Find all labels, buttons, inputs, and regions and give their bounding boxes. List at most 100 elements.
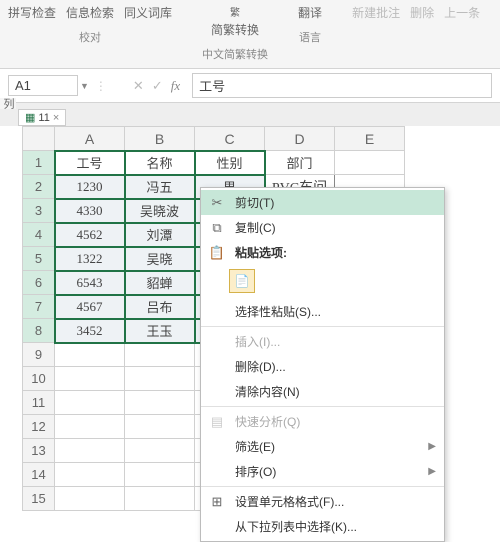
select-all-corner[interactable] — [23, 127, 55, 151]
cell[interactable] — [55, 367, 125, 391]
paste-option-button[interactable]: 📄 — [229, 269, 255, 293]
col-header-e[interactable]: E — [335, 127, 405, 151]
excel-icon: ▦ — [25, 111, 35, 124]
quick-analysis-icon: ▤ — [207, 414, 227, 430]
cell[interactable] — [55, 343, 125, 367]
cell[interactable]: 3452 — [55, 319, 125, 343]
workbook-tab-label: 11 — [38, 112, 49, 124]
menu-cut[interactable]: ✂剪切(T) — [201, 190, 444, 215]
cell[interactable]: 1230 — [55, 175, 125, 199]
row-header[interactable]: 4 — [23, 223, 55, 247]
cell[interactable] — [55, 415, 125, 439]
cell[interactable] — [125, 415, 195, 439]
format-icon: ⊞ — [207, 494, 227, 510]
cell[interactable]: 冯五 — [125, 175, 195, 199]
ribbon-new-comment: 新建批注 — [352, 4, 400, 21]
menu-quick-analysis: ▤快速分析(Q) — [201, 409, 444, 434]
name-box-dropdown[interactable]: ▼ — [80, 81, 89, 91]
chevron-right-icon: ▶ — [428, 441, 436, 452]
cell[interactable] — [125, 487, 195, 511]
cell[interactable]: 名称 — [125, 151, 195, 175]
ribbon-research[interactable]: 信息检索 — [66, 4, 114, 21]
cell[interactable]: 1322 — [55, 247, 125, 271]
row-header[interactable]: 6 — [23, 271, 55, 295]
menu-sort[interactable]: 排序(O)▶ — [201, 459, 444, 484]
ribbon-translate[interactable]: 翻译 — [298, 4, 322, 21]
fx-icon[interactable]: fx — [171, 78, 180, 94]
cell[interactable] — [125, 343, 195, 367]
row-header[interactable]: 15 — [23, 487, 55, 511]
clipboard-icon: 📋 — [207, 245, 227, 261]
cell[interactable]: 刘潭 — [125, 223, 195, 247]
ribbon: 拼写检查 信息检索 同义词库 校对 繁 简繁转换 中文简繁转换 翻译 语言 新建… — [0, 0, 500, 69]
col-header-c[interactable]: C — [195, 127, 265, 151]
cell[interactable]: 吴晓 — [125, 247, 195, 271]
row-header[interactable]: 11 — [23, 391, 55, 415]
row-header[interactable]: 3 — [23, 199, 55, 223]
cell[interactable] — [125, 391, 195, 415]
close-icon[interactable]: × — [53, 112, 59, 124]
cell[interactable] — [55, 439, 125, 463]
ribbon-delete-comment: 删除 — [410, 4, 434, 21]
cell[interactable] — [55, 487, 125, 511]
menu-filter[interactable]: 筛选(E)▶ — [201, 434, 444, 459]
cell[interactable]: 貂蝉 — [125, 271, 195, 295]
menu-copy[interactable]: ⧉复制(C) — [201, 215, 444, 240]
row-header[interactable]: 10 — [23, 367, 55, 391]
ribbon-prev-comment: 上一条 — [444, 4, 480, 21]
col-header-b[interactable]: B — [125, 127, 195, 151]
side-panel-label: 列 — [0, 98, 16, 109]
cancel-icon: ✕ — [133, 78, 144, 94]
enter-icon: ✓ — [152, 78, 163, 94]
cell[interactable] — [125, 439, 195, 463]
cell[interactable] — [55, 391, 125, 415]
row-header[interactable]: 1 — [23, 151, 55, 175]
formula-input[interactable]: 工号 — [192, 73, 492, 98]
scissors-icon: ✂ — [207, 195, 227, 211]
row-header[interactable]: 7 — [23, 295, 55, 319]
menu-pick-from-dropdown[interactable]: 从下拉列表中选择(K)... — [201, 514, 444, 539]
ribbon-sc-tc[interactable]: 简繁转换 — [211, 21, 259, 38]
menu-paste-options-label: 📋粘贴选项: — [201, 240, 444, 265]
context-menu: ✂剪切(T) ⧉复制(C) 📋粘贴选项: 📄 选择性粘贴(S)... 插入(I)… — [200, 187, 445, 542]
row-header[interactable]: 12 — [23, 415, 55, 439]
menu-insert: 插入(I)... — [201, 329, 444, 354]
col-header-d[interactable]: D — [265, 127, 335, 151]
cell[interactable]: 工号 — [55, 151, 125, 175]
row-header[interactable]: 8 — [23, 319, 55, 343]
cell[interactable]: 6543 — [55, 271, 125, 295]
menu-delete[interactable]: 删除(D)... — [201, 354, 444, 379]
cell[interactable] — [55, 463, 125, 487]
menu-format-cells[interactable]: ⊞设置单元格格式(F)... — [201, 489, 444, 514]
row-header[interactable]: 2 — [23, 175, 55, 199]
cell[interactable]: 性别 — [195, 151, 265, 175]
cell[interactable]: 王玉 — [125, 319, 195, 343]
row-header[interactable]: 5 — [23, 247, 55, 271]
copy-icon: ⧉ — [207, 220, 227, 236]
row-header[interactable]: 9 — [23, 343, 55, 367]
name-box[interactable]: A1 — [8, 75, 78, 96]
row-header[interactable]: 14 — [23, 463, 55, 487]
cell[interactable]: 吴晓波 — [125, 199, 195, 223]
workbook-tabs: ▦ 11 × — [0, 103, 500, 126]
cell[interactable] — [335, 151, 405, 175]
cell[interactable]: 4330 — [55, 199, 125, 223]
cell[interactable] — [125, 463, 195, 487]
row-header[interactable]: 13 — [23, 439, 55, 463]
cell[interactable]: 吕布 — [125, 295, 195, 319]
menu-clear[interactable]: 清除内容(N) — [201, 379, 444, 404]
ribbon-thesaurus[interactable]: 同义词库 — [124, 4, 172, 21]
cell[interactable]: 4567 — [55, 295, 125, 319]
menu-paste-special[interactable]: 选择性粘贴(S)... — [201, 299, 444, 324]
ribbon-spellcheck[interactable]: 拼写检查 — [8, 4, 56, 21]
ribbon-group-convert: 中文简繁转换 — [202, 46, 268, 62]
ribbon-group-proofing: 校对 — [8, 29, 172, 45]
chevron-right-icon: ▶ — [428, 466, 436, 477]
ribbon-group-language: 语言 — [298, 29, 322, 45]
cell[interactable] — [125, 367, 195, 391]
cell[interactable]: 4562 — [55, 223, 125, 247]
workbook-tab[interactable]: ▦ 11 × — [18, 109, 66, 126]
formula-bar: A1 ▼ ⋮ ✕ ✓ fx 工号 — [0, 69, 500, 103]
col-header-a[interactable]: A — [55, 127, 125, 151]
cell[interactable]: 部门 — [265, 151, 335, 175]
